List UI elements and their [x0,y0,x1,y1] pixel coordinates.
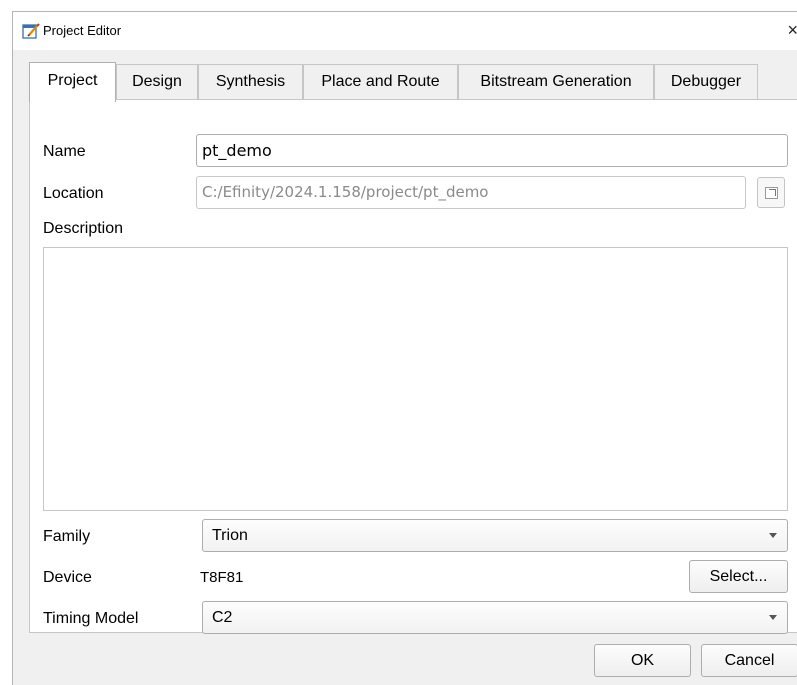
timing-model-label: Timing Model [43,610,139,627]
family-select[interactable]: Trion [202,519,788,552]
tab-debugger[interactable]: Debugger [654,64,758,100]
timing-model-select-value: C2 [212,609,233,626]
chevron-down-icon [769,533,777,538]
chevron-down-icon [769,615,777,620]
project-editor-icon [22,22,40,40]
description-label: Description [43,220,124,237]
project-editor-window: Project Editor × Project Design Synthesi… [12,11,797,685]
tab-place-and-route[interactable]: Place and Route [303,64,458,100]
family-select-value: Trion [212,527,248,544]
tab-project[interactable]: Project [29,62,116,102]
timing-model-select[interactable]: C2 [202,601,788,634]
select-device-button[interactable]: Select... [689,560,788,593]
window-title: Project Editor [43,23,122,38]
tab-design[interactable]: Design [116,64,198,100]
location-field[interactable]: C:/Efinity/2024.1.158/project/pt_demo [196,176,746,209]
project-tab-panel: Name pt_demo Location C:/Efinity/2024.1.… [29,99,797,634]
tab-bitstream-generation[interactable]: Bitstream Generation [458,64,654,100]
ok-button[interactable]: OK [594,644,691,677]
browse-folder-icon [765,187,778,199]
close-button[interactable]: × [782,18,797,42]
name-label: Name [43,143,86,160]
device-value: T8F81 [200,569,244,586]
name-field[interactable]: pt_demo [196,134,788,167]
location-label: Location [43,185,104,202]
title-bar: Project Editor × [13,12,797,50]
browse-location-button[interactable] [757,177,785,208]
family-label: Family [43,528,91,545]
tab-synthesis[interactable]: Synthesis [198,64,303,100]
description-textarea[interactable] [43,247,788,511]
cancel-button[interactable]: Cancel [701,644,797,677]
device-label: Device [43,569,92,586]
